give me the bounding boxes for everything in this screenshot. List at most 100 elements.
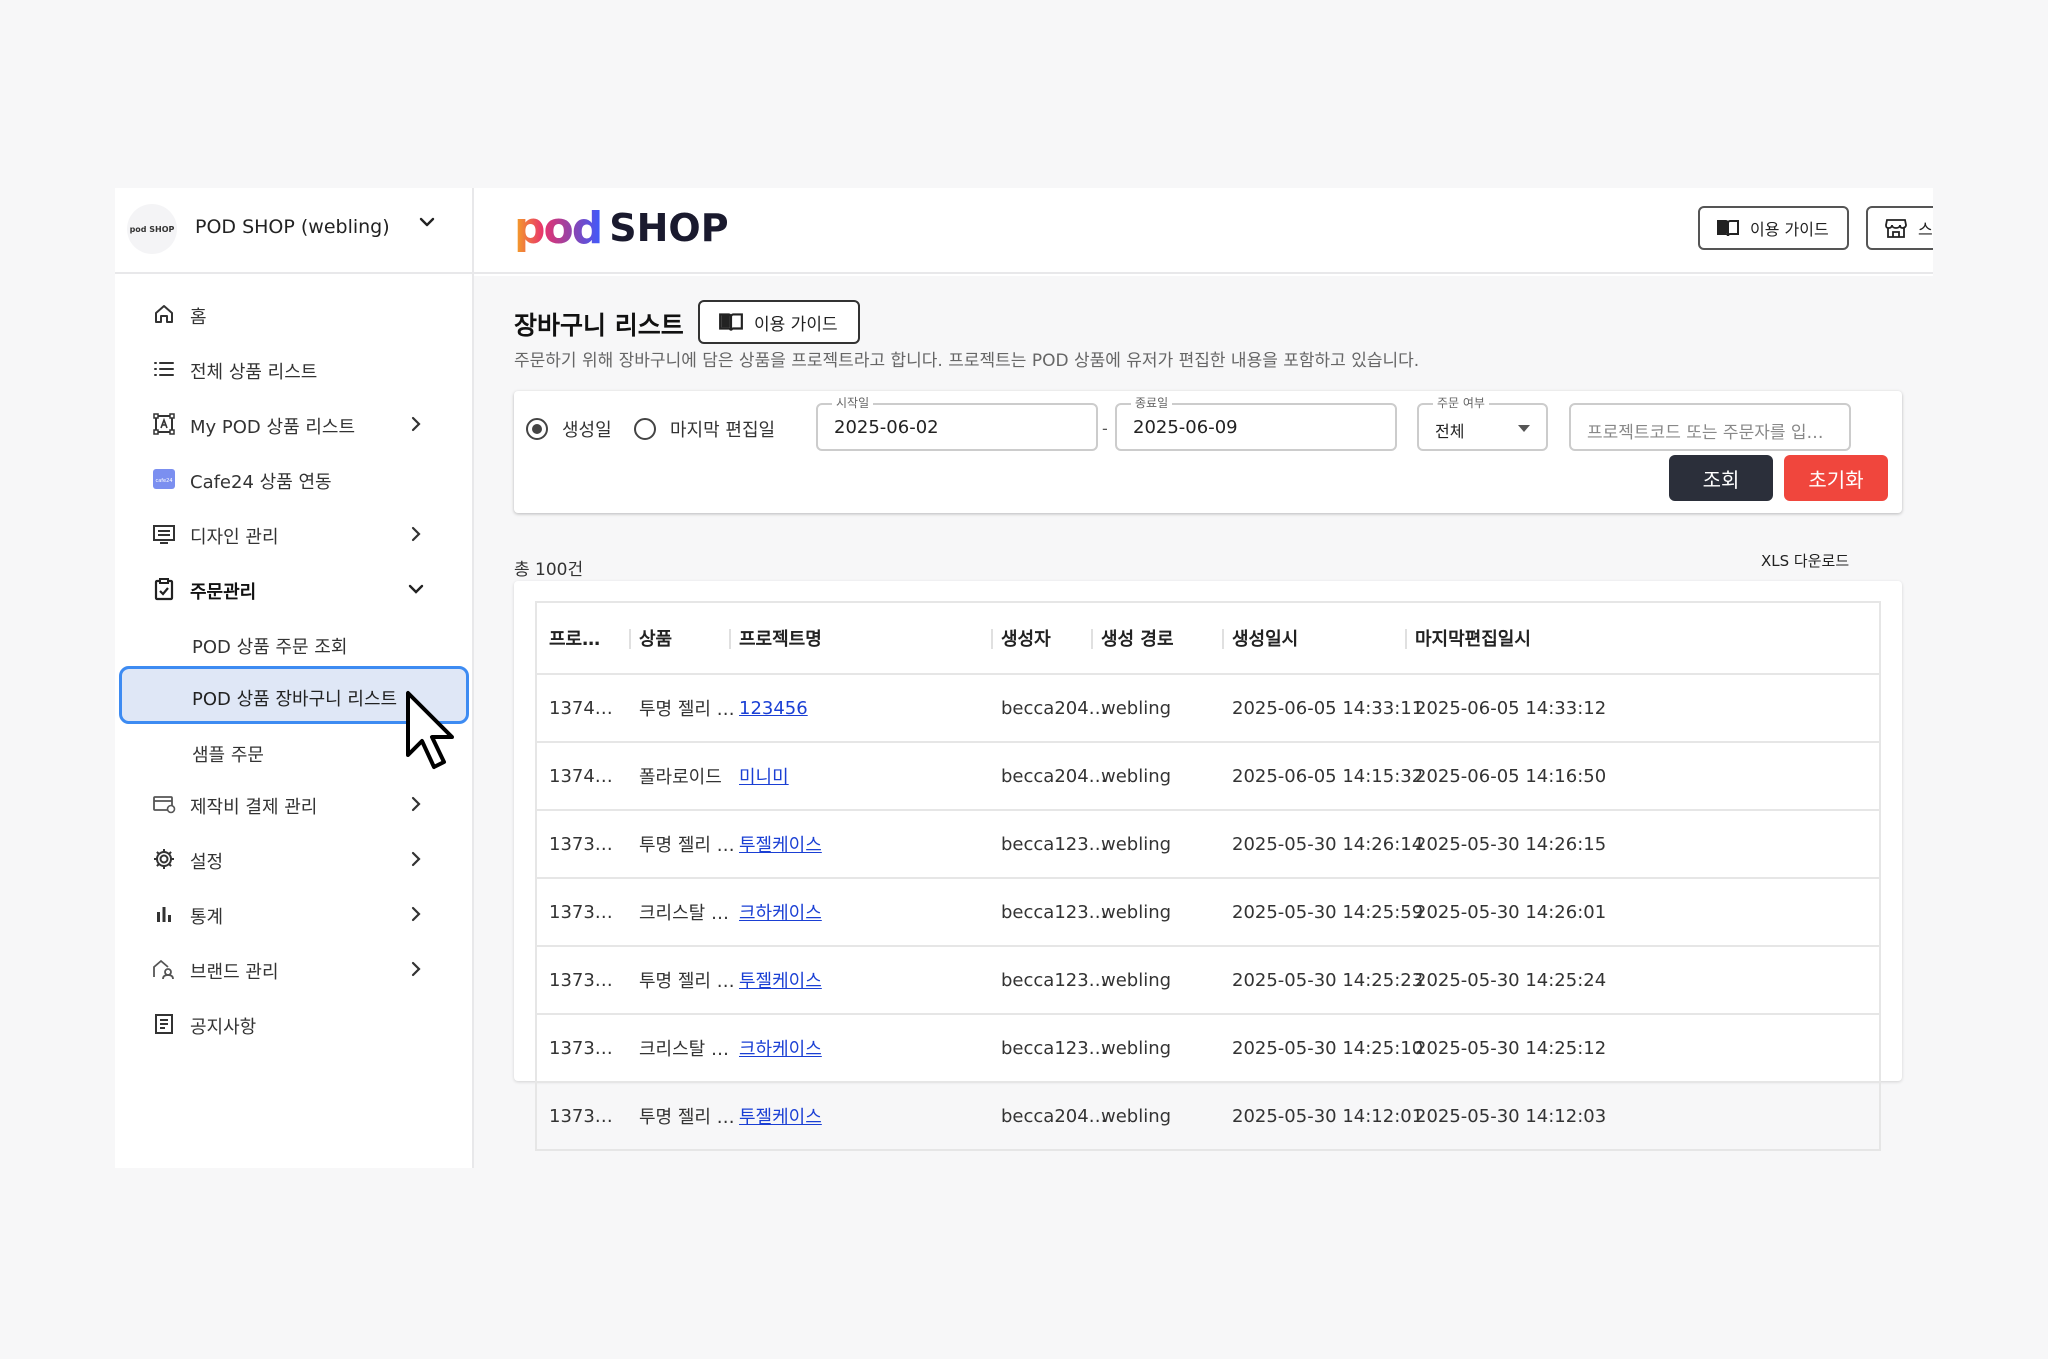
cell-project-name[interactable]: 투젤케이스 [739, 1083, 822, 1149]
sidebar-item-payment[interactable]: 제작비 결제 관리 [115, 782, 472, 826]
store-switcher[interactable]: pod SHOP POD SHOP (webling) [115, 188, 472, 274]
cell-created-at: 2025-05-30 14:25:23 [1232, 969, 1424, 991]
cell-product: 투명 젤리 … [639, 1107, 735, 1128]
cell-project-code: 1374… [549, 765, 613, 787]
chevron-right-icon[interactable] [404, 412, 428, 436]
sidebar-item-settings[interactable]: 설정 [115, 837, 472, 881]
table-row[interactable]: 1373… 투명 젤리 … 투젤케이스 becca204… webling 2025-05… [537, 1083, 1879, 1151]
book-open-icon [1717, 220, 1739, 237]
sidebar-item-notice[interactable]: 공지사항 [115, 1002, 472, 1046]
xls-download-link[interactable]: XLS 다운로드 [1761, 550, 1849, 571]
cell-project-name[interactable]: 123456 [739, 675, 808, 741]
bar-chart-icon [157, 907, 171, 922]
column-separator [629, 629, 631, 649]
cell-creation-path: webling [1101, 765, 1172, 787]
radio-dot-selected[interactable] [526, 418, 548, 440]
search-input[interactable]: 프로젝트코드 또는 주문자를 입력하세요 [1569, 403, 1851, 451]
table-row[interactable]: 1373… 크리스탈 … 크하케이스 becca123… webling 2025-05-… [537, 1015, 1879, 1083]
cell-project-name[interactable]: 투젤케이스 [739, 811, 822, 877]
cell-created-at: 2025-05-30 14:25:10 [1232, 1037, 1424, 1059]
chevron-right-icon[interactable] [404, 792, 428, 816]
book-open-icon [719, 313, 743, 331]
sidebar-sub-order-lookup[interactable]: POD 상품 주문 조회 [115, 622, 472, 666]
usage-guide-button[interactable]: 이용 가이드 [1698, 206, 1849, 250]
radio-created-date[interactable]: 생성일 [526, 416, 612, 442]
sidebar-item-my-pod[interactable]: My POD 상품 리스트 [115, 402, 472, 446]
sidebar-item-label: 주문관리 [190, 582, 257, 603]
store-manage-button[interactable]: 스토어 관리 [1866, 206, 1933, 250]
chevron-down-icon[interactable] [404, 577, 428, 601]
cell-project-name[interactable]: 미니미 [739, 743, 789, 809]
sidebar: pod SHOP POD SHOP (webling) 홈 전체 상품 리스트 … [115, 188, 474, 1168]
reset-button[interactable]: 초기화 [1784, 455, 1888, 501]
mouse-cursor-icon [406, 691, 454, 769]
search-button[interactable]: 조회 [1669, 455, 1773, 501]
table-row[interactable]: 1374… 투명 젤리 … 123456 becca204… webling 2025-0… [537, 675, 1879, 743]
field-label: 시작일 [832, 394, 874, 411]
project-name-link[interactable]: 투젤케이스 [739, 967, 822, 993]
cell-project-name[interactable]: 크하케이스 [739, 879, 822, 945]
order-status-select[interactable]: 주문 여부 전체 [1417, 394, 1548, 451]
project-name-link[interactable]: 크하케이스 [739, 1035, 822, 1061]
cell-creator: becca204… [1001, 1105, 1107, 1127]
cell-project-code: 1373… [549, 901, 613, 923]
sidebar-item-stats[interactable]: 통계 [115, 892, 472, 936]
project-name-link[interactable]: 투젤케이스 [739, 831, 822, 857]
cell-created-at: 2025-05-30 14:25:59 [1232, 901, 1424, 923]
project-name-link[interactable]: 미니미 [739, 763, 789, 789]
cell-project-name[interactable]: 투젤케이스 [739, 947, 822, 1013]
top-header: pod SHOP 이용 가이드 스토어 관리 [474, 188, 1933, 274]
cell-creation-path: webling [1101, 1105, 1172, 1127]
sidebar-item-brand[interactable]: 브랜드 관리 [115, 947, 472, 991]
sidebar-item-home[interactable]: 홈 [115, 292, 472, 336]
radio-last-edit-date[interactable]: 마지막 편집일 [634, 416, 775, 442]
table-row[interactable]: 1373… 투명 젤리 … 투젤케이스 becca123… webling 2025-05… [537, 947, 1879, 1015]
table-row[interactable]: 1373… 투명 젤리 … 투젤케이스 becca123… webling 2025-05… [537, 811, 1879, 879]
chevron-right-icon[interactable] [404, 957, 428, 981]
end-date-field[interactable]: 종료일 2025-06-09 [1115, 394, 1397, 451]
cell-last-edited-at: 2025-06-05 14:16:50 [1415, 765, 1607, 787]
table-row[interactable]: 1373… 크리스탈 … 크하케이스 becca123… webling 2025-05-… [537, 879, 1879, 947]
brand-logo[interactable]: pod SHOP [514, 198, 729, 258]
cell-last-edited-at: 2025-06-05 14:33:12 [1415, 697, 1607, 719]
chevron-down-icon[interactable] [415, 210, 439, 234]
cell-created-at: 2025-05-30 14:12:01 [1232, 1105, 1424, 1127]
sidebar-sub-label: POD 상품 주문 조회 [192, 637, 348, 658]
cell-product: 투명 젤리 … [639, 699, 735, 720]
cell-project-code: 1374… [549, 697, 613, 719]
radio-dot[interactable] [634, 418, 656, 440]
cell-product: 크리스탈 … [639, 1039, 729, 1060]
cell-creator: becca123… [1001, 1037, 1107, 1059]
cell-last-edited-at: 2025-05-30 14:25:12 [1415, 1037, 1607, 1059]
header-creator: 생성자 [1001, 629, 1051, 650]
cell-project-code: 1373… [549, 1105, 613, 1127]
chevron-right-icon[interactable] [404, 902, 428, 926]
column-separator [1222, 629, 1224, 649]
search-placeholder: 프로젝트코드 또는 주문자를 입력하세요 [1587, 423, 1837, 443]
column-separator [991, 629, 993, 649]
sidebar-item-orders[interactable]: 주문관리 [115, 567, 472, 611]
chevron-right-icon[interactable] [404, 847, 428, 871]
sidebar-item-all-products[interactable]: 전체 상품 리스트 [115, 347, 472, 391]
cart-table: 프로… 상품 프로젝트명 생성자 생성 경로 생성일시 마지막편집일시 1374… 투명 젤리… [535, 601, 1881, 1151]
cell-last-edited-at: 2025-05-30 14:25:24 [1415, 969, 1607, 991]
table-card: 프로… 상품 프로젝트명 생성자 생성 경로 생성일시 마지막편집일시 1374… 투명 젤리… [514, 581, 1902, 1151]
field-label: 종료일 [1131, 394, 1173, 411]
table-row[interactable]: 1374… 폴라로이드 미니미 becca204… webling 2025-06-05 … [537, 743, 1879, 811]
cell-creator: becca204… [1001, 765, 1107, 787]
cell-created-at: 2025-05-30 14:26:14 [1232, 833, 1424, 855]
project-name-link[interactable]: 크하케이스 [739, 899, 822, 925]
sidebar-item-label: 공지사항 [190, 1017, 257, 1038]
cell-project-name[interactable]: 크하케이스 [739, 1015, 822, 1081]
sidebar-item-design[interactable]: 디자인 관리 [115, 512, 472, 556]
project-name-link[interactable]: 투젤케이스 [739, 1103, 822, 1129]
chevron-right-icon[interactable] [404, 522, 428, 546]
page-guide-label: 이용 가이드 [754, 314, 838, 335]
page-guide-button[interactable]: 이용 가이드 [698, 300, 860, 344]
sidebar-item-label: 설정 [190, 852, 224, 873]
cafe24-icon: cafe24 [153, 469, 175, 489]
start-date-field[interactable]: 시작일 2025-06-02 [816, 394, 1098, 451]
sidebar-item-cafe24[interactable]: cafe24 Cafe24 상품 연동 [115, 457, 472, 501]
sidebar-item-label: Cafe24 상품 연동 [190, 472, 332, 493]
project-name-link[interactable]: 123456 [739, 698, 808, 719]
